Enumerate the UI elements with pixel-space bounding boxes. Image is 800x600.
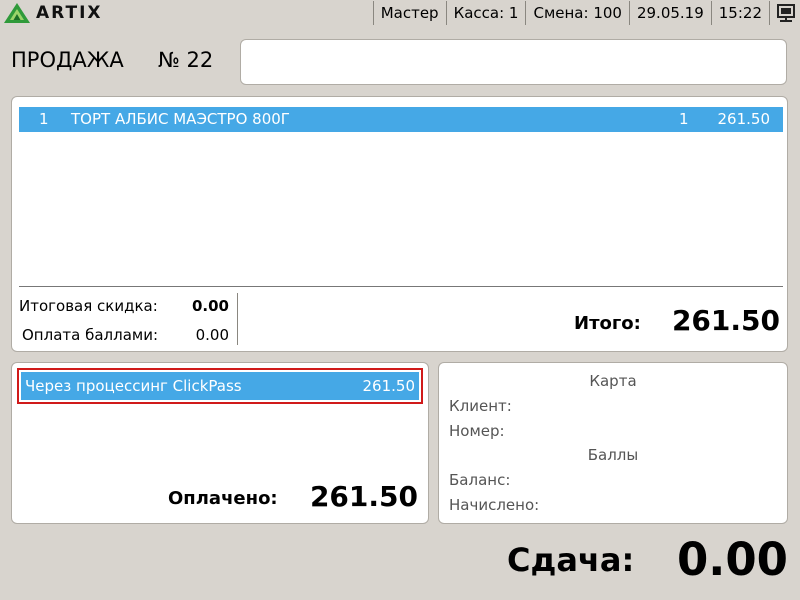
card-panel: Карта Клиент: Номер: Баллы Баланс: Начис… [438, 362, 788, 524]
item-index: 1 [39, 110, 49, 128]
payment-name: Через процессинг ClickPass [25, 377, 242, 395]
top-bar: ARTIX Мастер Касса: 1 Смена: 100 29.05.1… [0, 0, 800, 26]
total-label: Итого: [574, 313, 641, 334]
status-register: Касса: 1 [445, 1, 526, 25]
payment-sum: 261.50 [362, 377, 416, 395]
discount-value: 0.00 [191, 297, 229, 315]
total-value: 261.50 [671, 304, 780, 337]
card-header: Карта [589, 372, 637, 390]
payments-panel: Через процессинг ClickPass 261.50 Оплаче… [11, 362, 429, 524]
sale-title: ПРОДАЖА [11, 48, 124, 72]
payment-row-selected: Через процессинг ClickPass 261.50 [21, 372, 419, 400]
card-number-label: Номер: [449, 422, 505, 440]
status-bar: Мастер Касса: 1 Смена: 100 29.05.19 15:2… [372, 1, 800, 25]
logo-text: ARTIX [36, 3, 103, 23]
discount-label: Итоговая скидка: [19, 297, 158, 315]
payment-row[interactable]: Через процессинг ClickPass 261.50 [17, 368, 423, 404]
status-date: 29.05.19 [628, 1, 711, 25]
points-header: Баллы [587, 446, 639, 464]
item-qty: 1 [679, 110, 689, 128]
discount-summary: Итоговая скидка: 0.00 Оплата баллами: 0.… [19, 293, 238, 345]
items-panel: 1 ТОРТ АЛБИС МАЭСТРО 800Г 1 261.50 Итого… [11, 96, 788, 352]
change-label: Сдача: [507, 541, 635, 579]
item-sum: 261.50 [717, 110, 771, 128]
status-time: 15:22 [710, 1, 769, 25]
client-label: Клиент: [449, 397, 512, 415]
paid-label: Оплачено: [168, 488, 278, 509]
points-value: 0.00 [195, 326, 229, 344]
change-value: 0.00 [676, 533, 788, 586]
artix-logo: ARTIX [4, 3, 103, 23]
terminal-icon [777, 4, 795, 22]
item-row[interactable]: 1 ТОРТ АЛБИС МАЭСТРО 800Г 1 261.50 [19, 107, 783, 132]
message-box [240, 39, 787, 85]
status-role: Мастер [372, 1, 446, 25]
paid-value: 261.50 [309, 480, 418, 513]
points-label: Оплата баллами: [22, 326, 159, 344]
balance-label: Баланс: [449, 471, 511, 489]
terminal-button[interactable] [769, 1, 800, 25]
accrued-label: Начислено: [449, 496, 540, 514]
status-shift: Смена: 100 [525, 1, 628, 25]
artix-logo-icon [4, 3, 30, 23]
items-divider [19, 286, 783, 287]
item-name: ТОРТ АЛБИС МАЭСТРО 800Г [71, 110, 290, 128]
sale-number: № 22 [158, 48, 214, 72]
